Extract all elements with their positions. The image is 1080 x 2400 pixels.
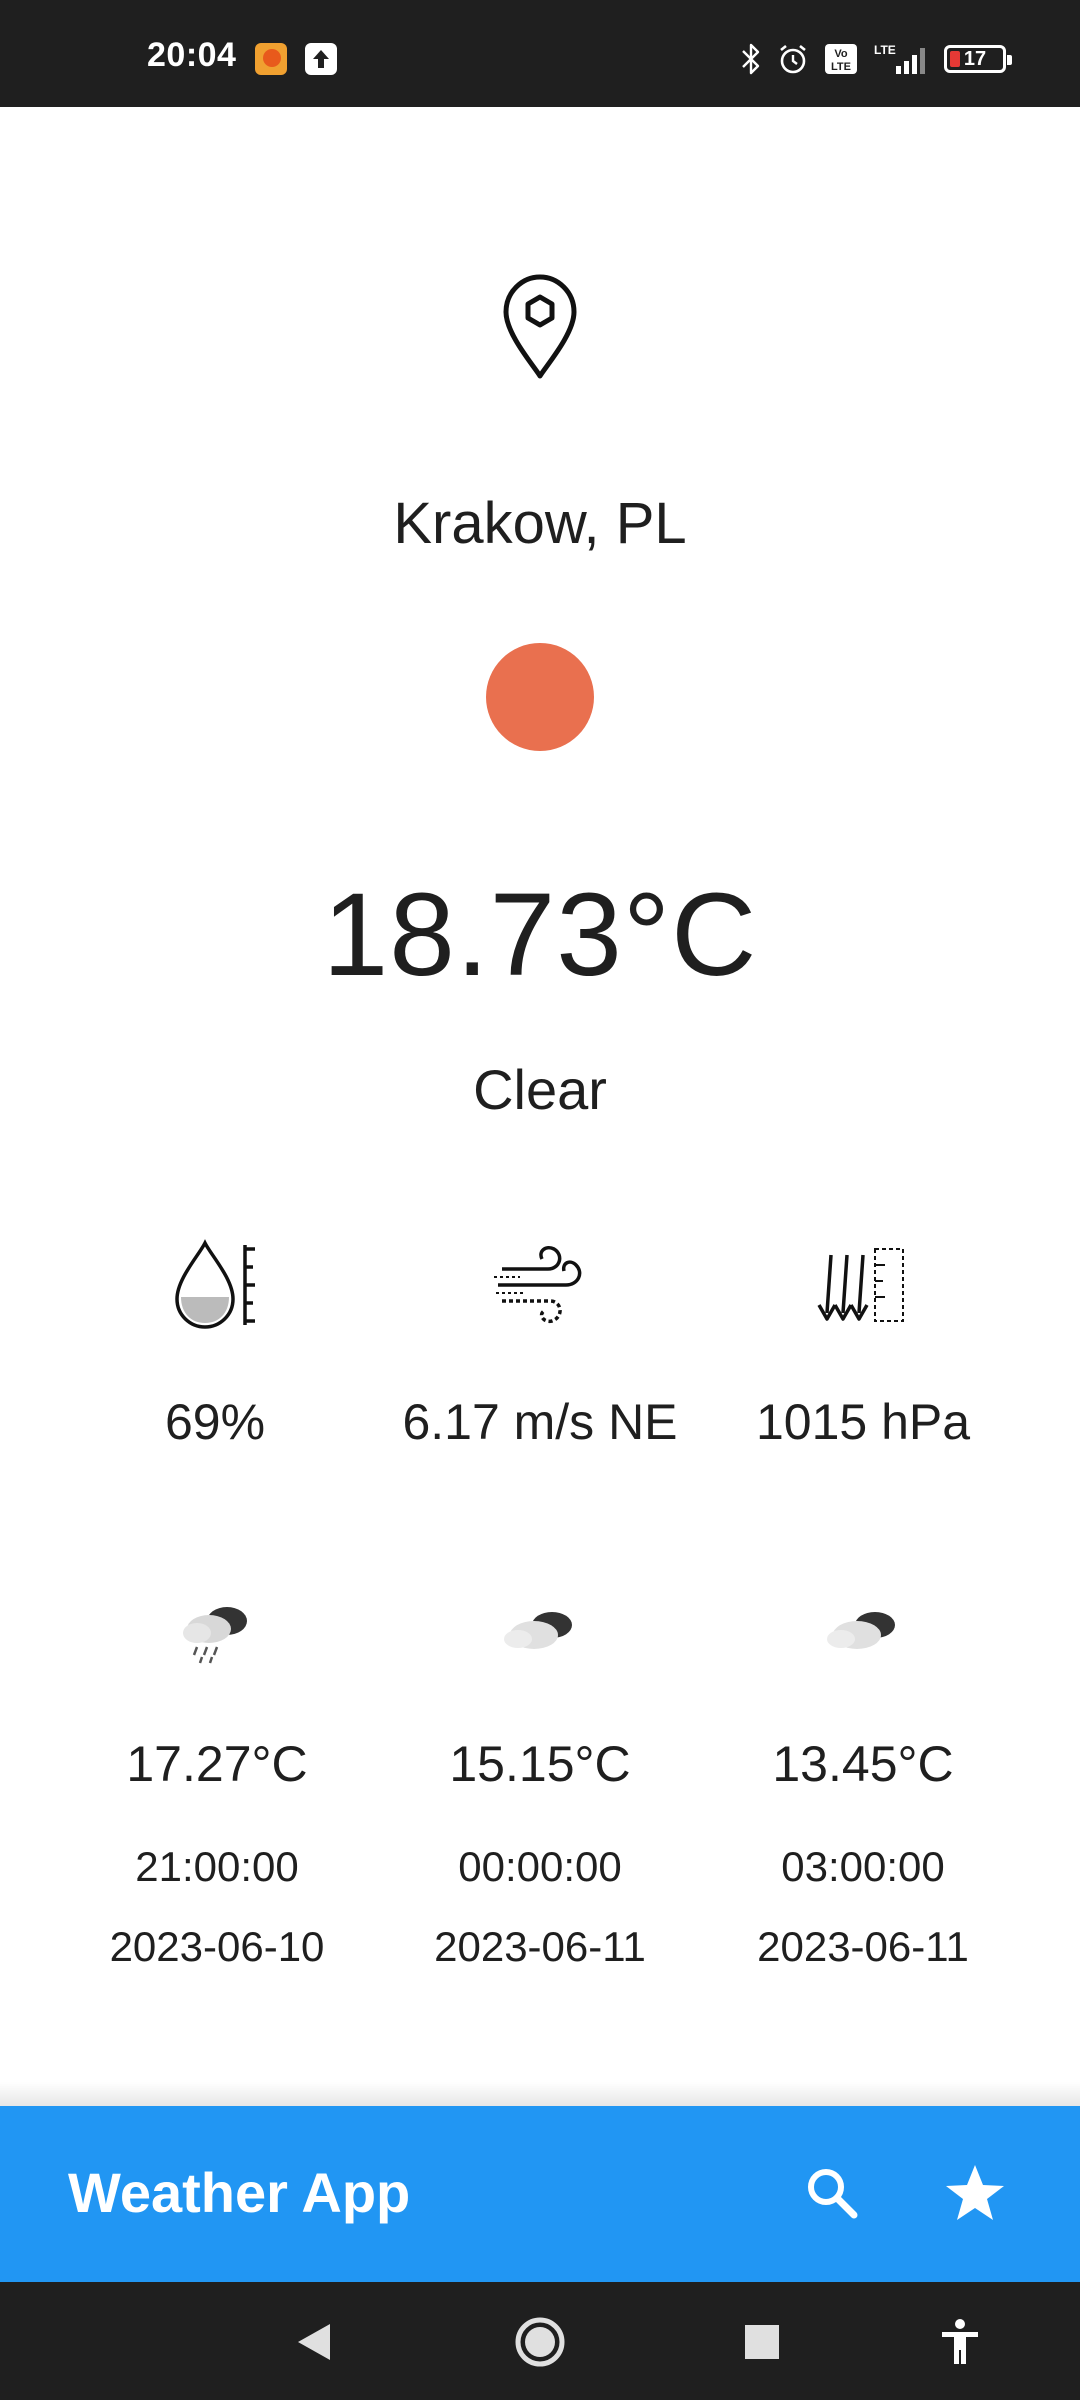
forecast-time: 00:00:00 bbox=[458, 1843, 622, 1890]
svg-text:LTE: LTE bbox=[874, 43, 896, 57]
favorites-button[interactable] bbox=[930, 2148, 1020, 2238]
cloudy-icon bbox=[504, 1612, 572, 1649]
upload-notification-icon bbox=[305, 43, 337, 75]
humidity-stat: 69% bbox=[35, 1235, 395, 1451]
current-temperature: 18.73°C bbox=[322, 869, 758, 1001]
status-time: 20:04 bbox=[147, 36, 237, 74]
back-button[interactable] bbox=[282, 2310, 346, 2374]
bottom-app-bar: Weather App bbox=[0, 2106, 1080, 2282]
forecast-date: 2023-06-11 bbox=[434, 1923, 646, 1970]
svg-text:LTE: LTE bbox=[831, 61, 851, 73]
forecast-date: 2023-06-10 bbox=[109, 1923, 325, 1970]
forecast-temp: 13.45°C bbox=[772, 1736, 954, 1792]
forecast-time: 03:00:00 bbox=[781, 1843, 945, 1890]
pressure-icon bbox=[817, 1248, 904, 1322]
accessibility-button[interactable] bbox=[928, 2310, 992, 2374]
weather-condition: Clear bbox=[473, 1058, 607, 1121]
forecast-item: 15.15°C 00:00:00 2023-06-11 bbox=[375, 1597, 705, 1971]
humidity-value: 69% bbox=[164, 1394, 266, 1450]
back-icon bbox=[298, 2324, 330, 2360]
condition-indicator bbox=[486, 643, 594, 751]
accessibility-icon bbox=[942, 2319, 978, 2364]
home-icon bbox=[515, 2317, 565, 2367]
recents-icon bbox=[745, 2325, 779, 2359]
system-navigation-bar bbox=[0, 2282, 1080, 2400]
forecast-time: 21:00:00 bbox=[135, 1843, 299, 1890]
pressure-stat: 1015 hPa bbox=[683, 1235, 1043, 1451]
volte-icon: Vo LTE bbox=[824, 43, 858, 75]
app-notification-icon bbox=[255, 43, 287, 75]
alarm-icon bbox=[776, 43, 810, 75]
search-button[interactable] bbox=[787, 2148, 877, 2238]
wind-stat: 6.17 m/s NE bbox=[360, 1235, 720, 1451]
star-icon bbox=[946, 2165, 1004, 2220]
location-pin-icon bbox=[503, 274, 577, 379]
wind-value: 6.17 m/s NE bbox=[402, 1394, 678, 1450]
weather-stats: 69% 6.17 m/s NE 1015 hPa bbox=[0, 1235, 1080, 1495]
forecast-temp: 17.27°C bbox=[126, 1736, 308, 1792]
search-icon bbox=[808, 2169, 858, 2219]
wind-icon bbox=[494, 1246, 582, 1324]
cloudy-icon bbox=[827, 1612, 895, 1649]
battery-indicator: 17 bbox=[944, 45, 1012, 73]
location-name: Krakow, PL bbox=[393, 491, 687, 556]
home-button[interactable] bbox=[508, 2310, 572, 2374]
status-bar: 20:04 Vo LTE LTE 17 bbox=[0, 0, 1080, 107]
humidity-icon bbox=[175, 1239, 255, 1329]
svg-text:Vo: Vo bbox=[834, 48, 848, 60]
rain-cloud-icon bbox=[183, 1607, 247, 1664]
pressure-value: 1015 hPa bbox=[755, 1394, 971, 1450]
app-title: Weather App bbox=[68, 2161, 411, 2224]
weather-content: Krakow, PL 18.73°C Clear 69% 6.17 m/s NE bbox=[0, 107, 1080, 2112]
signal-lte-icon: LTE bbox=[872, 43, 930, 75]
forecast-temp: 15.15°C bbox=[449, 1736, 631, 1792]
forecast-date: 2023-06-11 bbox=[757, 1923, 969, 1970]
forecast-item: 17.27°C 21:00:00 2023-06-10 bbox=[52, 1597, 382, 1971]
bluetooth-icon bbox=[740, 43, 762, 75]
recents-button[interactable] bbox=[730, 2310, 794, 2374]
forecast-item: 13.45°C 03:00:00 2023-06-11 bbox=[698, 1597, 1028, 1971]
